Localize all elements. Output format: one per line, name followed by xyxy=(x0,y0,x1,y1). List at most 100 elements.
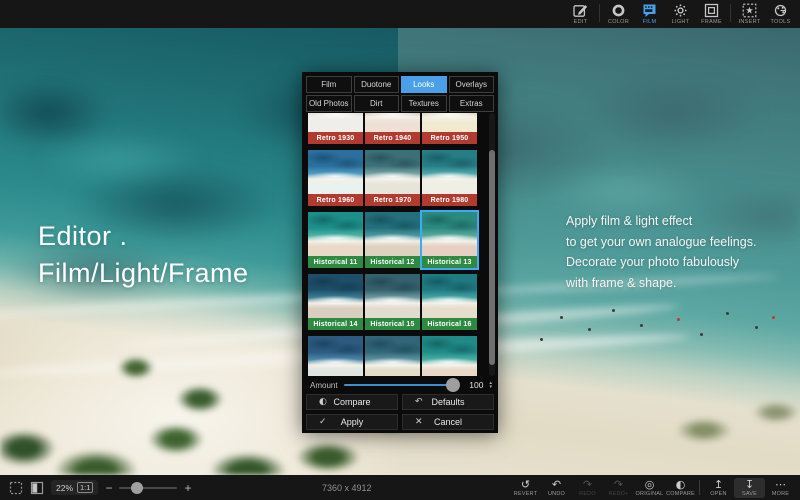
amount-value: 100 xyxy=(469,380,483,390)
tab-duotone[interactable]: Duotone xyxy=(354,76,400,93)
more-button[interactable]: ⋯MORE xyxy=(765,479,796,497)
filter-thumb-retro-1970[interactable]: Retro 1970 xyxy=(365,150,420,206)
filter-grid-scrollbar[interactable] xyxy=(489,113,495,376)
defaults-icon: ↶ xyxy=(415,397,423,407)
overlay-title-line1: Editor . xyxy=(38,218,249,255)
filter-thumb-retro-1950[interactable]: Retro 1950 xyxy=(422,113,477,144)
toolbar-insert-button[interactable]: INSERT xyxy=(734,1,765,25)
zoom-slider-knob[interactable] xyxy=(131,482,143,494)
redo-plus-icon: ↷ xyxy=(614,479,623,491)
one-to-one-button[interactable]: 1:1 xyxy=(77,482,93,493)
toolbar-separator xyxy=(699,480,700,495)
filter-thumb-retro-1980[interactable]: Retro 1980 xyxy=(422,150,477,206)
toolbar-separator xyxy=(599,4,600,22)
original-icon: ◎ xyxy=(645,479,655,491)
filter-thumb-label: Historical 12 xyxy=(365,256,420,268)
toolbar-separator xyxy=(730,4,731,22)
light-icon xyxy=(673,3,688,18)
tab-textures[interactable]: Textures xyxy=(401,95,447,112)
edit-icon xyxy=(573,3,588,18)
zoom-level: 22% xyxy=(56,483,73,493)
app-window: EDIT COLORFILMLIGHTFRAME INSERTTOOLS Edito… xyxy=(0,0,800,500)
more-icon: ⋯ xyxy=(775,479,786,491)
filter-thumb-label: Retro 1970 xyxy=(365,194,420,206)
compare-button[interactable]: ◐COMPARE xyxy=(665,479,696,497)
redo-button: ↷REDO xyxy=(572,479,603,497)
toolbar-light-button[interactable]: LIGHT xyxy=(665,1,696,25)
toolbar-film-button[interactable]: FILM xyxy=(634,1,665,25)
top-toolbar: EDIT COLORFILMLIGHTFRAME INSERTTOOLS xyxy=(0,0,800,28)
color-icon xyxy=(611,3,626,18)
filter-thumb-label: Historical 16 xyxy=(422,318,477,330)
compare-icon: ◐ xyxy=(676,479,686,491)
open-button[interactable]: ↥OPEN xyxy=(703,479,734,497)
toolbar-frame-button[interactable]: FRAME xyxy=(696,1,727,25)
apply-button[interactable]: ✓Apply xyxy=(306,414,398,430)
revert-icon: ↺ xyxy=(521,479,530,491)
save-icon: ↧ xyxy=(745,479,754,491)
toolbar-edit-button[interactable]: EDIT xyxy=(565,1,596,25)
defaults-button[interactable]: ↶Defaults xyxy=(402,394,494,410)
zoom-in-button[interactable]: + xyxy=(184,482,191,494)
apply-icon: ✓ xyxy=(319,417,327,427)
amount-label: Amount xyxy=(310,381,338,390)
tab-overlays[interactable]: Overlays xyxy=(449,76,495,93)
filter-thumb-label: Historical 15 xyxy=(365,318,420,330)
transform-icon[interactable] xyxy=(9,481,23,495)
overlay-caption: Apply film & light effect to get your ow… xyxy=(566,211,756,293)
filter-thumb-retro-1960[interactable]: Retro 1960 xyxy=(308,150,363,206)
filter-thumb-historical-11[interactable]: Historical 11 xyxy=(308,212,363,268)
toolbar-tools-button[interactable]: TOOLS xyxy=(765,1,796,25)
open-icon: ↥ xyxy=(714,479,723,491)
filter-thumb-label: Historical 13 xyxy=(422,256,477,268)
panel-tabs: FilmDuotoneLooksOverlays Old PhotosDirtTe… xyxy=(306,76,494,112)
amount-stepper[interactable]: ▴▾ xyxy=(489,381,492,390)
filter-thumb-historical-15[interactable]: Historical 15 xyxy=(365,274,420,330)
filter-thumb-label: Retro 1950 xyxy=(422,132,477,144)
filter-thumb-historical-14[interactable]: Historical 14 xyxy=(308,274,363,330)
filter-thumb-label: Retro 1960 xyxy=(308,194,363,206)
undo-icon: ↶ xyxy=(552,479,561,491)
filter-thumb-label: Historical 14 xyxy=(308,318,363,330)
amount-row: Amount 100 ▴▾ xyxy=(310,377,492,393)
tab-extras[interactable]: Extras xyxy=(449,95,495,112)
amount-slider[interactable] xyxy=(344,384,458,386)
tools-icon xyxy=(773,3,788,18)
filter-thumb[interactable] xyxy=(308,336,363,376)
tab-dirt[interactable]: Dirt xyxy=(354,95,400,112)
zoom-slider[interactable] xyxy=(119,487,177,489)
scrollbar-thumb[interactable] xyxy=(489,150,495,365)
tab-old-photos[interactable]: Old Photos xyxy=(306,95,352,112)
split-view-icon[interactable] xyxy=(30,481,44,495)
filter-grid: Retro 1930Retro 1940Retro 1950 Retro 1960… xyxy=(308,113,480,376)
amount-slider-knob[interactable] xyxy=(446,378,460,392)
filter-thumb[interactable] xyxy=(422,336,477,376)
filter-thumb-label: Retro 1980 xyxy=(422,194,477,206)
image-dimensions: 7360 x 4912 xyxy=(322,483,372,493)
filter-thumb-retro-1940[interactable]: Retro 1940 xyxy=(365,113,420,144)
filter-thumb-retro-1930[interactable]: Retro 1930 xyxy=(308,113,363,144)
zoom-out-button[interactable]: − xyxy=(105,482,112,494)
save-button[interactable]: ↧SAVE xyxy=(734,478,765,498)
film-looks-panel: FilmDuotoneLooksOverlays Old PhotosDirtTe… xyxy=(302,72,498,433)
overlay-title-line2: Film/Light/Frame xyxy=(38,255,249,292)
tab-film[interactable]: Film xyxy=(306,76,352,93)
filter-thumb-historical-16[interactable]: Historical 16 xyxy=(422,274,477,330)
filter-thumb[interactable] xyxy=(365,336,420,376)
tab-looks[interactable]: Looks xyxy=(401,76,447,93)
insert-icon xyxy=(742,3,757,18)
filter-thumb-historical-12[interactable]: Historical 12 xyxy=(365,212,420,268)
revert-button[interactable]: ↺REVERT xyxy=(510,479,541,497)
bottom-left-group: 22% 1:1 − + xyxy=(9,480,191,495)
filter-thumb-historical-13[interactable]: Historical 13 xyxy=(422,212,477,268)
filter-thumb-label: Retro 1930 xyxy=(308,132,363,144)
toolbar-color-button[interactable]: COLOR xyxy=(603,1,634,25)
compare-button[interactable]: ◐Compare xyxy=(306,394,398,410)
overlay-title: Editor . Film/Light/Frame xyxy=(38,218,249,292)
original-button[interactable]: ◎ORIGINAL xyxy=(634,479,665,497)
redo-icon: ↷ xyxy=(583,479,592,491)
redo-plus-button: ↷REDO+ xyxy=(603,479,634,497)
undo-button[interactable]: ↶UNDO xyxy=(541,479,572,497)
cancel-button[interactable]: ✕Cancel xyxy=(402,414,494,430)
zoom-level-box: 22% 1:1 xyxy=(51,480,98,495)
